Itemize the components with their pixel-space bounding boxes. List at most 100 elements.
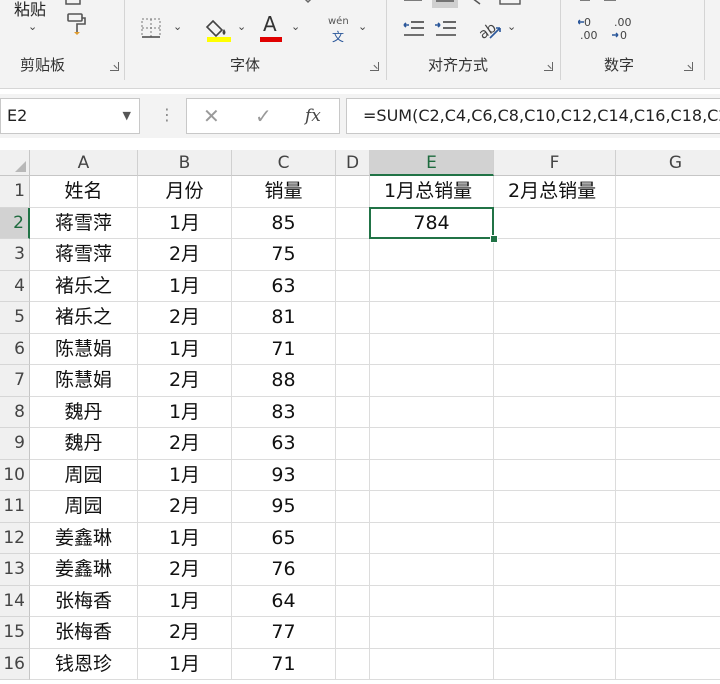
format-painter-icon[interactable] bbox=[64, 12, 88, 36]
cell-c14[interactable]: 64 bbox=[232, 585, 336, 617]
border-dropdown-icon[interactable]: ⌄ bbox=[173, 20, 182, 33]
cell-b12[interactable]: 1月 bbox=[138, 522, 232, 554]
paste-dropdown-icon[interactable]: ⌄ bbox=[28, 20, 37, 33]
cell-e11[interactable] bbox=[370, 491, 494, 523]
row-header[interactable]: 16 bbox=[0, 648, 30, 680]
cell-f16[interactable] bbox=[494, 648, 616, 680]
cell-d15[interactable] bbox=[336, 617, 370, 649]
cell-e5[interactable] bbox=[370, 302, 494, 334]
cell-g11[interactable] bbox=[616, 491, 720, 523]
row-header[interactable]: 14 bbox=[0, 585, 30, 617]
cell-a12[interactable]: 姜鑫琳 bbox=[30, 522, 138, 554]
cell-f3[interactable] bbox=[494, 239, 616, 271]
cell-f9[interactable] bbox=[494, 428, 616, 460]
cell-f8[interactable] bbox=[494, 396, 616, 428]
cell-g15[interactable] bbox=[616, 617, 720, 649]
increase-decimal-icon[interactable]: 0 .00 bbox=[578, 15, 604, 43]
cell-d12[interactable] bbox=[336, 522, 370, 554]
row-header[interactable]: 1 bbox=[0, 176, 30, 208]
cell-e2[interactable]: 784 bbox=[370, 207, 494, 239]
cell-b14[interactable]: 1月 bbox=[138, 585, 232, 617]
column-header-d[interactable]: D bbox=[336, 150, 370, 176]
cell-e16[interactable] bbox=[370, 648, 494, 680]
row-header[interactable]: 12 bbox=[0, 522, 30, 554]
paste-label[interactable]: 粘贴 bbox=[14, 0, 46, 20]
cell-d13[interactable] bbox=[336, 554, 370, 586]
cell-c6[interactable]: 71 bbox=[232, 333, 336, 365]
cell-e8[interactable] bbox=[370, 396, 494, 428]
row-header[interactable]: 4 bbox=[0, 270, 30, 302]
cell-b7[interactable]: 2月 bbox=[138, 365, 232, 397]
cell-b2[interactable]: 1月 bbox=[138, 207, 232, 239]
row-header[interactable]: 6 bbox=[0, 333, 30, 365]
number-format-top-icons[interactable] bbox=[576, 0, 656, 8]
cell-e9[interactable] bbox=[370, 428, 494, 460]
cell-c9[interactable]: 63 bbox=[232, 428, 336, 460]
cell-a6[interactable]: 陈慧娟 bbox=[30, 333, 138, 365]
cell-a9[interactable]: 魏丹 bbox=[30, 428, 138, 460]
decrease-indent-icon[interactable] bbox=[402, 18, 426, 40]
cell-d1[interactable] bbox=[336, 176, 370, 208]
row-header[interactable]: 7 bbox=[0, 365, 30, 397]
cell-c11[interactable]: 95 bbox=[232, 491, 336, 523]
row-header[interactable]: 3 bbox=[0, 239, 30, 271]
select-all-button[interactable] bbox=[0, 150, 30, 176]
cell-a8[interactable]: 魏丹 bbox=[30, 396, 138, 428]
clipboard-launcher-icon[interactable] bbox=[110, 62, 119, 71]
cell-d3[interactable] bbox=[336, 239, 370, 271]
formula-input[interactable]: =SUM(C2,C4,C6,C8,C10,C12,C14,C16,C18,C20… bbox=[346, 98, 720, 134]
cell-f13[interactable] bbox=[494, 554, 616, 586]
cell-g16[interactable] bbox=[616, 649, 720, 680]
cell-e1[interactable]: 1月总销量 bbox=[370, 176, 494, 208]
cell-a14[interactable]: 张梅香 bbox=[30, 585, 138, 617]
cell-b6[interactable]: 1月 bbox=[138, 333, 232, 365]
cell-d5[interactable] bbox=[336, 302, 370, 334]
decrease-decimal-icon[interactable]: .00 0 bbox=[610, 15, 636, 43]
row-header[interactable]: 15 bbox=[0, 617, 30, 649]
cell-d8[interactable] bbox=[336, 396, 370, 428]
phonetic-guide-bottom[interactable]: 文 bbox=[332, 28, 344, 45]
fill-color-dropdown-icon[interactable]: ⌄ bbox=[237, 20, 246, 33]
cell-d9[interactable] bbox=[336, 428, 370, 460]
row-header[interactable]: 2 bbox=[0, 207, 30, 239]
row-header[interactable]: 13 bbox=[0, 554, 30, 586]
cell-c15[interactable]: 77 bbox=[232, 617, 336, 649]
fill-color-icon[interactable] bbox=[205, 15, 233, 43]
cell-g7[interactable] bbox=[616, 365, 720, 397]
cell-a2[interactable]: 蒋雪萍 bbox=[30, 207, 138, 239]
font-color-letter[interactable]: A bbox=[263, 12, 277, 36]
row-header[interactable]: 11 bbox=[0, 491, 30, 523]
cell-c5[interactable]: 81 bbox=[232, 302, 336, 334]
cell-f12[interactable] bbox=[494, 522, 616, 554]
cell-c1[interactable]: 销量 bbox=[232, 176, 336, 208]
cell-d2[interactable] bbox=[336, 207, 370, 239]
cell-f6[interactable] bbox=[494, 333, 616, 365]
cell-d6[interactable] bbox=[336, 333, 370, 365]
cell-f7[interactable] bbox=[494, 365, 616, 397]
number-launcher-icon[interactable] bbox=[684, 62, 693, 71]
font-launcher-icon[interactable] bbox=[370, 62, 379, 71]
cell-g9[interactable] bbox=[616, 428, 720, 460]
cell-c2[interactable]: 85 bbox=[232, 207, 336, 239]
cell-a7[interactable]: 陈慧娟 bbox=[30, 365, 138, 397]
cell-b5[interactable]: 2月 bbox=[138, 302, 232, 334]
cell-f5[interactable] bbox=[494, 302, 616, 334]
cell-c4[interactable]: 63 bbox=[232, 270, 336, 302]
cell-a16[interactable]: 钱恩珍 bbox=[30, 648, 138, 680]
cell-g13[interactable] bbox=[616, 554, 720, 586]
orientation-dropdown-icon[interactable]: ⌄ bbox=[507, 20, 516, 33]
cell-g12[interactable] bbox=[616, 523, 720, 554]
cell-e4[interactable] bbox=[370, 270, 494, 302]
cell-b10[interactable]: 1月 bbox=[138, 459, 232, 491]
cell-d7[interactable] bbox=[336, 365, 370, 397]
phonetic-guide-top[interactable]: wén bbox=[328, 16, 349, 27]
cell-e6[interactable] bbox=[370, 333, 494, 365]
cell-c8[interactable]: 83 bbox=[232, 396, 336, 428]
cell-a15[interactable]: 张梅香 bbox=[30, 617, 138, 649]
cell-g10[interactable] bbox=[616, 460, 720, 491]
cell-c16[interactable]: 71 bbox=[232, 648, 336, 680]
cell-b13[interactable]: 2月 bbox=[138, 554, 232, 586]
column-header-b[interactable]: B bbox=[138, 150, 232, 176]
cell-g14[interactable] bbox=[616, 586, 720, 617]
cell-e15[interactable] bbox=[370, 617, 494, 649]
